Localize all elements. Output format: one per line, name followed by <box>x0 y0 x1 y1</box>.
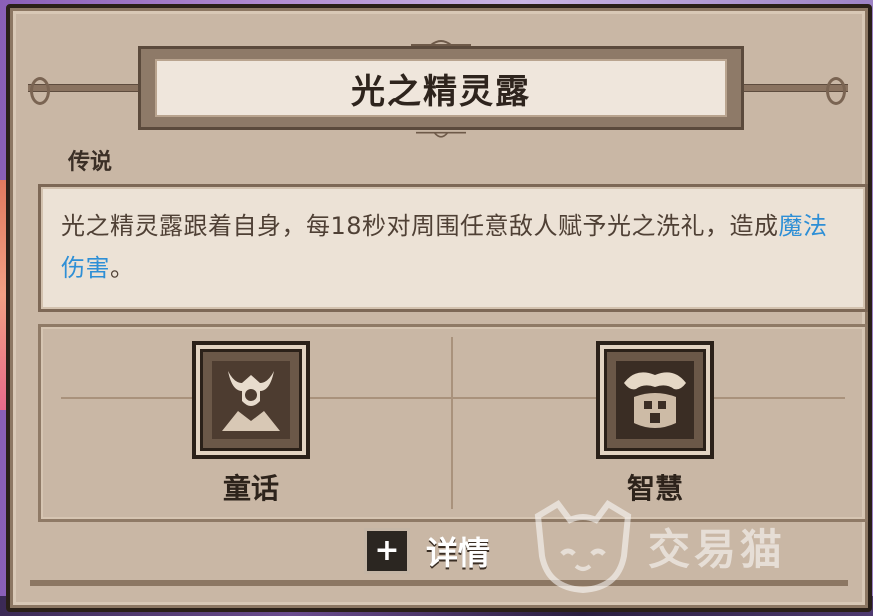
description-plain: 光之精灵露跟着自身，每18秒对周围任意敌人赋予光之洗礼，造成 <box>61 212 779 240</box>
traits-box: 童话 智慧 <box>38 324 868 522</box>
description-text: 光之精灵露跟着自身，每18秒对周围任意敌人赋予光之洗礼，造成魔法伤害。 <box>61 205 841 289</box>
watermark: 交易猫 <box>528 496 786 596</box>
fairy-tale-emblem-icon <box>192 341 310 459</box>
trait-fairy-tale[interactable]: 童话 <box>181 341 321 507</box>
trait-label: 童话 <box>222 472 279 505</box>
description-box: 光之精灵露跟着自身，每18秒对周围任意敌人赋予光之洗礼，造成魔法伤害。 <box>38 184 868 312</box>
trait-wisdom[interactable]: 智慧 <box>585 341 725 507</box>
item-title: 光之精灵露 <box>351 71 531 112</box>
divider <box>451 337 453 509</box>
details-label: 详情 <box>426 534 491 572</box>
wisdom-emblem-icon <box>596 341 714 459</box>
plus-icon: + <box>364 528 410 574</box>
cat-face-icon <box>534 500 632 594</box>
ornament-icon <box>416 131 466 138</box>
details-button[interactable]: + 详情 <box>364 528 490 574</box>
rarity-label: 传说 <box>68 150 113 175</box>
title-banner: 光之精灵露 <box>28 40 848 138</box>
banner-inner: 光之精灵露 <box>155 59 727 117</box>
ornament-icon <box>411 40 471 46</box>
watermark-text: 交易猫 <box>648 524 787 574</box>
divider <box>61 397 845 399</box>
description-end: 。 <box>110 254 135 282</box>
banner-frame: 光之精灵露 <box>138 40 744 138</box>
